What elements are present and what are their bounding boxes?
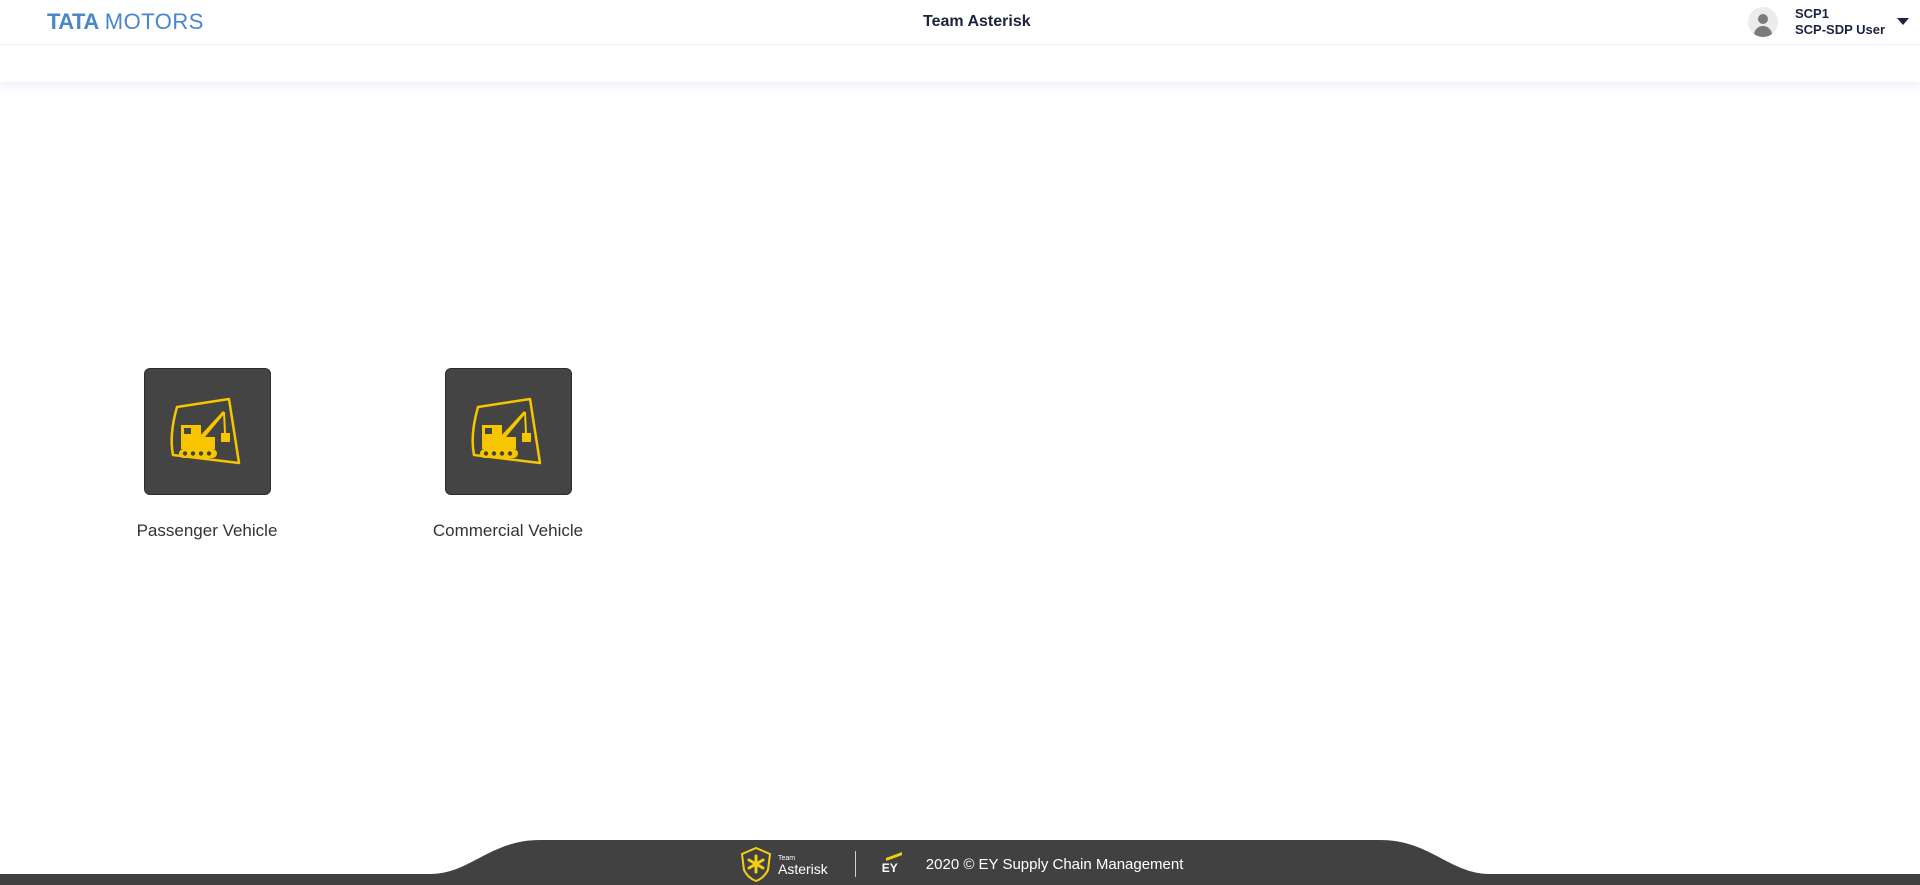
team-label-name: Asterisk <box>778 861 828 877</box>
page-title: Team Asterisk <box>923 13 1031 30</box>
tile-label[interactable]: Passenger Vehicle <box>117 521 297 541</box>
user-info[interactable]: SCP1 SCP-SDP User <box>1795 6 1885 38</box>
logo-word-motors: MOTORS <box>104 9 204 34</box>
crane-truck-icon <box>471 397 542 464</box>
team-asterisk-logo: Team Asterisk <box>738 846 828 882</box>
tata-motors-logo[interactable]: TATA MOTORS <box>47 9 204 34</box>
ey-accent-bar <box>885 852 902 861</box>
tile-passenger-vehicle[interactable]: Passenger Vehicle <box>117 368 297 541</box>
user-avatar-icon[interactable] <box>1748 7 1778 37</box>
ey-logo-text: EY <box>881 861 898 875</box>
copyright-text: 2020 © EY Supply Chain Management <box>925 855 1184 873</box>
user-role: SCP-SDP User <box>1795 22 1886 37</box>
ey-logo: EY <box>881 852 902 875</box>
logo-word-tata: TATA <box>47 9 99 34</box>
tile-commercial-vehicle[interactable]: Commercial Vehicle <box>418 368 598 541</box>
tile-icon-box[interactable] <box>444 368 572 495</box>
top-header: TATA MOTORS Team Asterisk SCP1 SCP-SDP U… <box>0 0 1920 44</box>
footer-divider <box>854 851 856 877</box>
user-name: SCP1 <box>1795 6 1829 21</box>
footer-content: Team Asterisk EY 2020 © EY Supply Chain … <box>738 846 1183 882</box>
sub-navigation-bar <box>0 44 1920 82</box>
tile-icon-box[interactable] <box>143 368 271 495</box>
caret-down-icon[interactable] <box>1897 18 1909 25</box>
crane-truck-icon <box>170 397 241 464</box>
user-menu[interactable]: SCP1 SCP-SDP User <box>1748 6 1918 40</box>
asterisk-shield-icon <box>740 846 772 882</box>
tile-label[interactable]: Commercial Vehicle <box>418 521 598 541</box>
